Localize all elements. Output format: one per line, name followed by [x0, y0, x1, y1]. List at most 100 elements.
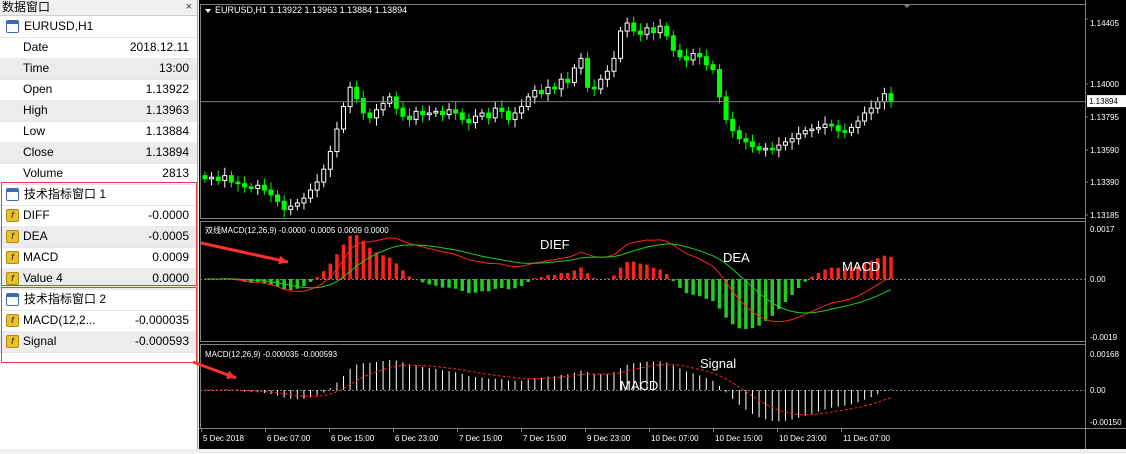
- chart-area[interactable]: 1.13894 1.14405 1.14000 1.13795 1.13590 1.133…: [199, 0, 1126, 449]
- candle-body: [228, 175, 234, 183]
- candle-body: [281, 200, 287, 210]
- candle-body: [248, 186, 254, 189]
- candle-body: [710, 64, 716, 71]
- price-axis-label: 1.13185: [1090, 211, 1119, 220]
- symbol-header-row: EURUSD,H1: [0, 16, 197, 38]
- time-axis-label: 11 Dec 07:00: [843, 434, 891, 443]
- chart-svg[interactable]: 1.13894 1.14405 1.14000 1.13795 1.13590 1.133…: [199, 0, 1126, 449]
- candle-body: [374, 109, 379, 119]
- candle-body: [703, 56, 709, 66]
- candle-body: [294, 202, 300, 207]
- candle-body: [749, 141, 755, 148]
- candle-body: [486, 112, 492, 119]
- candle-body: [288, 205, 294, 210]
- time-axis-label: 5 Dec 2018: [203, 434, 244, 443]
- annotation-macd: MACD: [842, 259, 880, 274]
- candle-body: [789, 138, 795, 143]
- candle-body: [334, 128, 340, 153]
- time-axis-label: 7 Dec 15:00: [523, 434, 567, 443]
- candle-body: [862, 112, 868, 122]
- candle-body: [631, 22, 637, 32]
- candle-body: [842, 130, 848, 133]
- candle-body: [690, 53, 696, 61]
- candle-body: [341, 106, 347, 130]
- annotation-dea: DEA: [723, 250, 750, 265]
- candle-body: [736, 130, 742, 140]
- candle-body: [571, 67, 577, 83]
- candle-body: [591, 86, 597, 90]
- current-price-label: 1.13894: [1089, 97, 1118, 106]
- data-window-titlebar: 数据窗口 ×: [0, 0, 197, 16]
- candle-body: [829, 123, 835, 127]
- candle-body: [512, 112, 518, 120]
- candle-body: [552, 86, 558, 90]
- candle-body: [776, 144, 782, 151]
- candle-body: [697, 53, 703, 58]
- candle-body: [235, 181, 241, 185]
- price-axis-label: 1.14000: [1090, 80, 1119, 89]
- candle-body: [400, 107, 406, 117]
- shift-marker-icon: [903, 4, 911, 8]
- candle-body: [519, 106, 525, 114]
- time-axis-label: 10 Dec 15:00: [715, 434, 763, 443]
- candle-body: [677, 49, 683, 58]
- symbol-dropdown-icon: [205, 9, 211, 13]
- time-axis-label: 7 Dec 15:00: [459, 434, 503, 443]
- macd2-axis-label: 0.00168: [1090, 350, 1119, 359]
- candle-body: [472, 115, 478, 124]
- candle-body: [769, 147, 775, 151]
- candle-body: [420, 110, 426, 116]
- candle-body: [505, 110, 511, 120]
- field-value: 1.13894: [145, 145, 189, 159]
- price-axis-label: 1.14405: [1090, 19, 1119, 28]
- time-axis-label: 10 Dec 23:00: [779, 434, 827, 443]
- data-window: 数据窗口 × EURUSD,H1 Date 2018.12.11 Time 13:00 O…: [0, 0, 198, 449]
- field-label: EURUSD,H1: [24, 19, 94, 33]
- macd2-axis-label: 0.00: [1090, 386, 1106, 395]
- candle-body: [255, 184, 261, 189]
- field-row-low: Low 1.13884: [0, 121, 197, 143]
- field-row-high: High 1.13963: [0, 100, 197, 122]
- candle-body: [868, 107, 874, 114]
- candle-body: [624, 22, 630, 32]
- candle-body: [354, 86, 360, 100]
- price-axis-label: 1.13795: [1090, 113, 1119, 122]
- macd1-axis-label: -0.0019: [1090, 333, 1118, 342]
- candle-body: [453, 109, 459, 114]
- field-label: Low: [23, 124, 46, 138]
- field-row-close: Close 1.13894: [0, 142, 197, 164]
- candle-body: [545, 86, 551, 95]
- field-row-open: Open 1.13922: [0, 79, 197, 101]
- candle-body: [387, 96, 393, 104]
- annotation-macd2: MACD: [620, 378, 658, 393]
- candle-body: [763, 147, 769, 151]
- field-row-time: Time 13:00: [0, 58, 197, 80]
- time-axis-label: 6 Dec 15:00: [331, 434, 375, 443]
- field-row-date: Date 2018.12.11: [0, 37, 197, 59]
- annotation-signal: Signal: [700, 356, 736, 371]
- candle-body: [578, 57, 584, 69]
- candle-body: [717, 69, 722, 98]
- candle-body: [558, 78, 564, 90]
- candle-body: [499, 107, 505, 112]
- candle-body: [644, 27, 650, 35]
- candle-body: [756, 146, 762, 151]
- main-chart-header: EURUSD,H1 1.13922 1.13963 1.13884 1.1389…: [215, 5, 407, 15]
- candle-body: [360, 98, 366, 114]
- candle-body: [347, 86, 353, 108]
- price-axis-label: 1.13590: [1090, 146, 1119, 155]
- candle-body: [446, 109, 452, 116]
- candle-body: [604, 70, 610, 80]
- candle-body: [796, 133, 802, 140]
- macd2-axis-label: -0.00150: [1090, 418, 1122, 427]
- candle-body: [426, 112, 432, 116]
- field-label: Date: [23, 40, 49, 54]
- annotation-dief: DIEF: [540, 237, 570, 252]
- candle-body: [888, 93, 894, 103]
- time-axis-label: 6 Dec 23:00: [395, 434, 439, 443]
- close-icon[interactable]: ×: [186, 0, 192, 15]
- panel-frame-2: [200, 221, 1086, 342]
- candle-body: [822, 123, 828, 128]
- candle-body: [308, 189, 314, 199]
- field-label: Time: [23, 61, 50, 75]
